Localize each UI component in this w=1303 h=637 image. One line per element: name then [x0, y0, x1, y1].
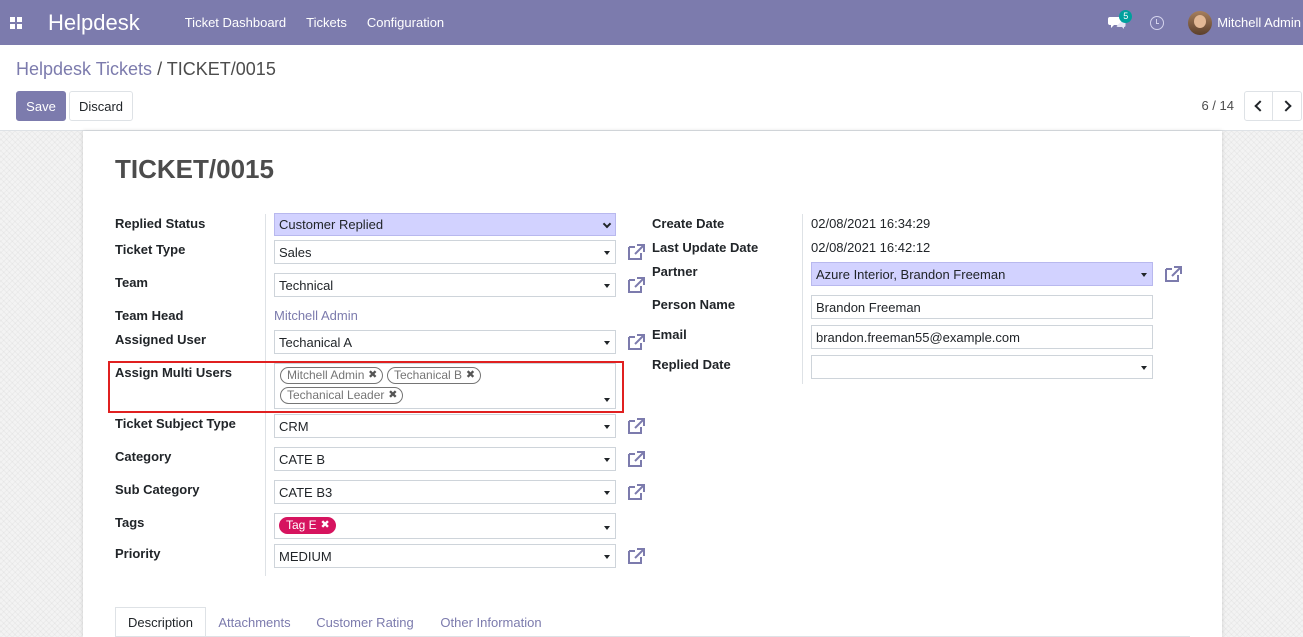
avatar[interactable] — [1188, 10, 1213, 35]
external-link-icon[interactable] — [626, 483, 646, 501]
person-name-value: Brandon Freeman — [816, 299, 921, 315]
partner-value: Azure Interior, Brandon Freeman — [816, 266, 1006, 282]
chat-count-badge: 5 — [1119, 9, 1133, 23]
replied-date-label: Replied Date — [652, 357, 731, 372]
priority-field[interactable]: MEDIUM — [274, 544, 616, 568]
dropdown-caret-icon — [604, 526, 610, 530]
pager-value[interactable]: 6 / 14 — [1201, 98, 1234, 113]
breadcrumb-parent[interactable]: Helpdesk Tickets — [16, 59, 152, 79]
external-link-icon[interactable] — [626, 243, 646, 261]
remove-tag-icon[interactable]: ✖ — [320, 518, 329, 532]
external-link-icon[interactable] — [626, 547, 646, 565]
priority-value: MEDIUM — [279, 548, 332, 564]
external-link-icon[interactable] — [626, 417, 646, 435]
partner-label: Partner — [652, 264, 698, 279]
external-link-icon[interactable] — [626, 333, 646, 351]
team-head-link[interactable]: Mitchell Admin — [274, 308, 358, 323]
team-label: Team — [115, 275, 148, 290]
clock-icon[interactable] — [1150, 15, 1165, 30]
sub-category-field[interactable]: CATE B3 — [274, 480, 616, 504]
last-update-date-value: 02/08/2021 16:42:12 — [811, 240, 931, 255]
replied-status-value: Customer Replied — [279, 217, 384, 232]
dropdown-caret-icon — [604, 425, 610, 429]
breadcrumb: Helpdesk Tickets / TICKET/0015 — [16, 59, 276, 80]
chat-icon[interactable]: 5 — [1108, 9, 1133, 30]
email-input[interactable]: brandon.freeman55@example.com — [811, 325, 1153, 349]
last-update-date-label: Last Update Date — [652, 240, 759, 255]
tags-label: Tags — [115, 515, 145, 530]
dropdown-caret-icon — [1141, 366, 1147, 370]
tag-chip: Tag E ✖ — [279, 517, 336, 534]
tag-chip-label: Tag E — [286, 518, 317, 532]
assigned-user-field[interactable]: Techanical A — [274, 330, 616, 354]
person-name-label: Person Name — [652, 297, 736, 312]
dropdown-caret-icon — [604, 491, 610, 495]
create-date-value: 02/08/2021 16:34:29 — [811, 216, 931, 231]
dropdown-caret-icon — [604, 341, 610, 345]
dropdown-caret-icon — [604, 458, 610, 462]
ticket-subject-type-field[interactable]: CRM — [274, 414, 616, 438]
chevron-right-icon — [1279, 100, 1292, 112]
navbar-systray: 5 Mitchell Admin — [1108, 0, 1303, 45]
ticket-type-label: Ticket Type — [115, 242, 186, 257]
email-label: Email — [652, 327, 687, 342]
menu-tickets[interactable]: Tickets — [306, 15, 347, 30]
dropdown-caret-icon — [604, 284, 610, 288]
right-group-separator — [802, 214, 803, 384]
assigned-user-value: Techanical A — [279, 334, 352, 350]
external-link-icon[interactable] — [626, 450, 646, 468]
ticket-subject-type-value: CRM — [279, 418, 309, 434]
pager-next-button[interactable] — [1273, 91, 1302, 121]
menu-ticket-dashboard[interactable]: Ticket Dashboard — [185, 15, 286, 30]
replied-status-select[interactable]: Customer Replied — [274, 213, 616, 236]
create-date-label: Create Date — [652, 216, 725, 231]
app-brand[interactable]: Helpdesk — [48, 10, 140, 36]
breadcrumb-current: TICKET/0015 — [166, 59, 276, 79]
team-field[interactable]: Technical — [274, 273, 616, 297]
annotation-highlight-box — [108, 361, 624, 413]
ticket-type-field[interactable]: Sales — [274, 240, 616, 264]
menu-configuration[interactable]: Configuration — [367, 15, 444, 30]
tab-other-information[interactable]: Other Information — [427, 607, 555, 637]
tab-customer-rating[interactable]: Customer Rating — [303, 607, 427, 637]
chevron-down-icon — [602, 219, 612, 229]
ticket-subject-type-label: Ticket Subject Type — [115, 416, 236, 431]
save-button[interactable]: Save — [16, 91, 66, 121]
team-value: Technical — [279, 277, 334, 293]
dropdown-caret-icon — [604, 251, 610, 255]
team-head-label: Team Head — [115, 308, 184, 323]
category-value: CATE B — [279, 451, 325, 467]
dropdown-caret-icon — [604, 555, 610, 559]
category-label: Category — [115, 449, 172, 464]
sub-category-label: Sub Category — [115, 482, 200, 497]
pager-previous-button[interactable] — [1244, 91, 1273, 121]
tab-attachments[interactable]: Attachments — [206, 607, 303, 637]
sub-category-value: CATE B3 — [279, 484, 333, 500]
apps-grid-icon[interactable] — [10, 16, 22, 29]
chevron-left-icon — [1254, 100, 1266, 112]
email-value: brandon.freeman55@example.com — [816, 329, 1020, 345]
breadcrumb-separator: / — [157, 59, 163, 79]
replied-date-field[interactable] — [811, 355, 1153, 379]
user-menu[interactable]: Mitchell Admin — [1217, 15, 1301, 30]
external-link-icon[interactable] — [1163, 265, 1183, 283]
top-navbar: Helpdesk Ticket Dashboard Tickets Config… — [0, 0, 1303, 45]
person-name-input[interactable]: Brandon Freeman — [811, 295, 1153, 319]
category-field[interactable]: CATE B — [274, 447, 616, 471]
assigned-user-label: Assigned User — [115, 332, 207, 347]
discard-button[interactable]: Discard — [69, 91, 133, 121]
ticket-type-value: Sales — [279, 244, 312, 260]
partner-field[interactable]: Azure Interior, Brandon Freeman — [811, 262, 1153, 286]
page-title: TICKET/0015 — [115, 154, 274, 184]
priority-label: Priority — [115, 546, 161, 561]
tab-description[interactable]: Description — [115, 607, 206, 637]
dropdown-caret-icon — [1141, 273, 1147, 277]
external-link-icon[interactable] — [626, 276, 646, 294]
replied-status-label: Replied Status — [115, 216, 206, 231]
